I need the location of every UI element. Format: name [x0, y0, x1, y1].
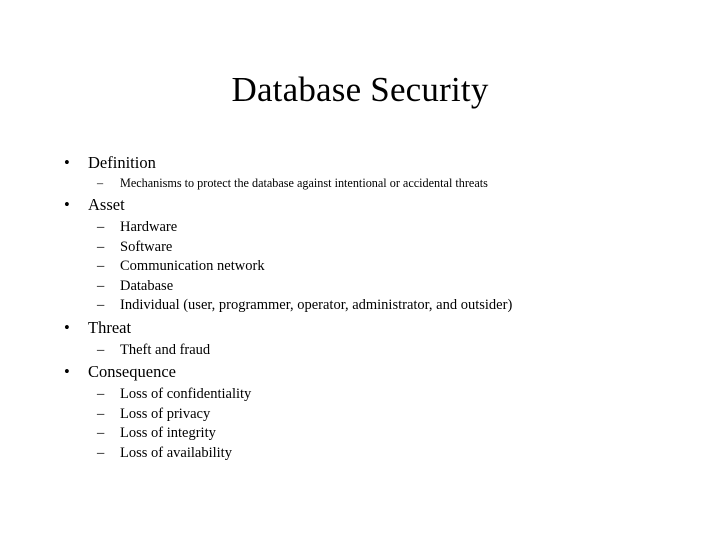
bullet-level1-label: Definition — [88, 153, 156, 172]
bullet-level2-loss-of-integrity[interactable]: – Loss of integrity — [55, 424, 665, 444]
page-title: Database Security — [231, 70, 489, 109]
bullet-dot-icon: • — [64, 317, 70, 337]
bullet-dash-icon: – — [97, 277, 105, 294]
bullet-level1-consequence[interactable]: • Consequence — [55, 361, 665, 383]
bullet-dash-icon: – — [97, 444, 105, 461]
bullet-level2-label: Software — [120, 238, 173, 255]
bullet-level2-database[interactable]: – Database — [55, 277, 665, 297]
bullet-dash-icon: – — [97, 176, 104, 190]
bullet-level1-definition[interactable]: • Definition — [55, 152, 665, 174]
bullet-level2-label: Communication network — [120, 258, 265, 274]
bullet-level2-label: Theft and fraud — [120, 341, 211, 358]
bullet-level2-label: Mechanisms to protect the database again… — [120, 176, 488, 190]
bullet-level2-individual[interactable]: – Individual (user, programmer, operator… — [55, 296, 665, 316]
slide-outline-body: • Definition – Mechanisms to protect the… — [55, 152, 665, 463]
bullet-level1-label: Threat — [88, 317, 132, 337]
bullet-level2-label: Loss of confidentiality — [120, 386, 252, 402]
bullet-level2-communication-network[interactable]: – Communication network — [55, 257, 665, 277]
bullet-level2-label: Hardware — [120, 219, 178, 235]
bullet-dot-icon: • — [64, 195, 70, 214]
bullet-dash-icon: – — [97, 258, 105, 274]
bullet-level2-label: Loss of privacy — [120, 405, 211, 422]
bullet-level1-label: Asset — [88, 195, 125, 214]
bullet-level2-mechanisms[interactable]: – Mechanisms to protect the database aga… — [55, 174, 665, 193]
bullet-dash-icon: – — [97, 425, 105, 441]
bullet-level1-threat[interactable]: • Threat — [55, 317, 665, 339]
bullet-level2-hardware[interactable]: – Hardware — [55, 218, 665, 238]
bullet-dash-icon: – — [97, 297, 105, 313]
bullet-dash-icon: – — [97, 341, 105, 358]
bullet-dot-icon: • — [64, 153, 70, 172]
slide-canvas: Database Security • Definition – Mechani… — [0, 0, 720, 540]
outline-group-asset: • Asset – Hardware – Software – Communic… — [55, 194, 665, 316]
bullet-dash-icon: – — [97, 386, 105, 402]
bullet-level2-label: Individual (user, programmer, operator, … — [120, 297, 513, 313]
bullet-level2-loss-of-availability[interactable]: – Loss of availability — [55, 444, 665, 464]
bullet-dash-icon: – — [97, 219, 105, 235]
outline-group-consequence: • Consequence – Loss of confidentiality … — [55, 361, 665, 463]
bullet-dash-icon: – — [97, 405, 105, 422]
bullet-level2-loss-of-confidentiality[interactable]: – Loss of confidentiality — [55, 385, 665, 405]
bullet-level2-label: Database — [120, 277, 174, 294]
bullet-level2-label: Loss of availability — [120, 444, 232, 461]
bullet-level2-loss-of-privacy[interactable]: – Loss of privacy — [55, 405, 665, 425]
bullet-level2-label: Loss of integrity — [120, 425, 216, 441]
bullet-level1-asset[interactable]: • Asset — [55, 194, 665, 216]
bullet-dash-icon: – — [97, 238, 105, 255]
bullet-level2-software[interactable]: – Software — [55, 238, 665, 258]
outline-group-definition: • Definition – Mechanisms to protect the… — [55, 152, 665, 193]
bullet-dot-icon: • — [64, 362, 70, 381]
outline-group-threat: • Threat – Theft and fraud — [55, 317, 665, 361]
bullet-level2-theft-and-fraud[interactable]: – Theft and fraud — [55, 341, 665, 361]
bullet-level1-label: Consequence — [88, 362, 176, 381]
